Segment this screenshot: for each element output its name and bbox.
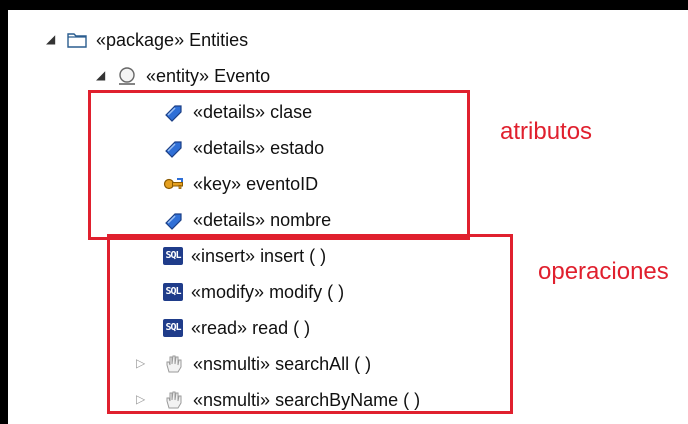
expand-toggle-icon[interactable]: ◢ bbox=[96, 68, 105, 82]
attributes-annotation: atributos bbox=[500, 118, 593, 145]
package-folder-icon bbox=[66, 29, 88, 51]
expand-toggle-icon[interactable]: ◢ bbox=[46, 32, 55, 46]
attributes-highlight-box bbox=[88, 90, 470, 240]
screenshot-frame: ◢ «package» Entities ◢ «entity» Evento «… bbox=[0, 0, 688, 424]
model-tree-panel: ◢ «package» Entities ◢ «entity» Evento «… bbox=[8, 10, 688, 424]
package-stereotype: «package» bbox=[96, 29, 185, 50]
entity-class-icon bbox=[116, 65, 138, 87]
operations-annotation: operaciones bbox=[538, 258, 669, 285]
tree-node-package[interactable]: «package» Entities bbox=[66, 22, 248, 58]
tree-node-entity[interactable]: «entity» Evento bbox=[116, 58, 270, 94]
cutoff-row bbox=[128, 10, 133, 17]
operations-highlight-box bbox=[107, 234, 513, 414]
entity-stereotype: «entity» bbox=[146, 65, 210, 86]
package-name: Entities bbox=[189, 29, 249, 50]
entity-name: Evento bbox=[214, 65, 271, 86]
